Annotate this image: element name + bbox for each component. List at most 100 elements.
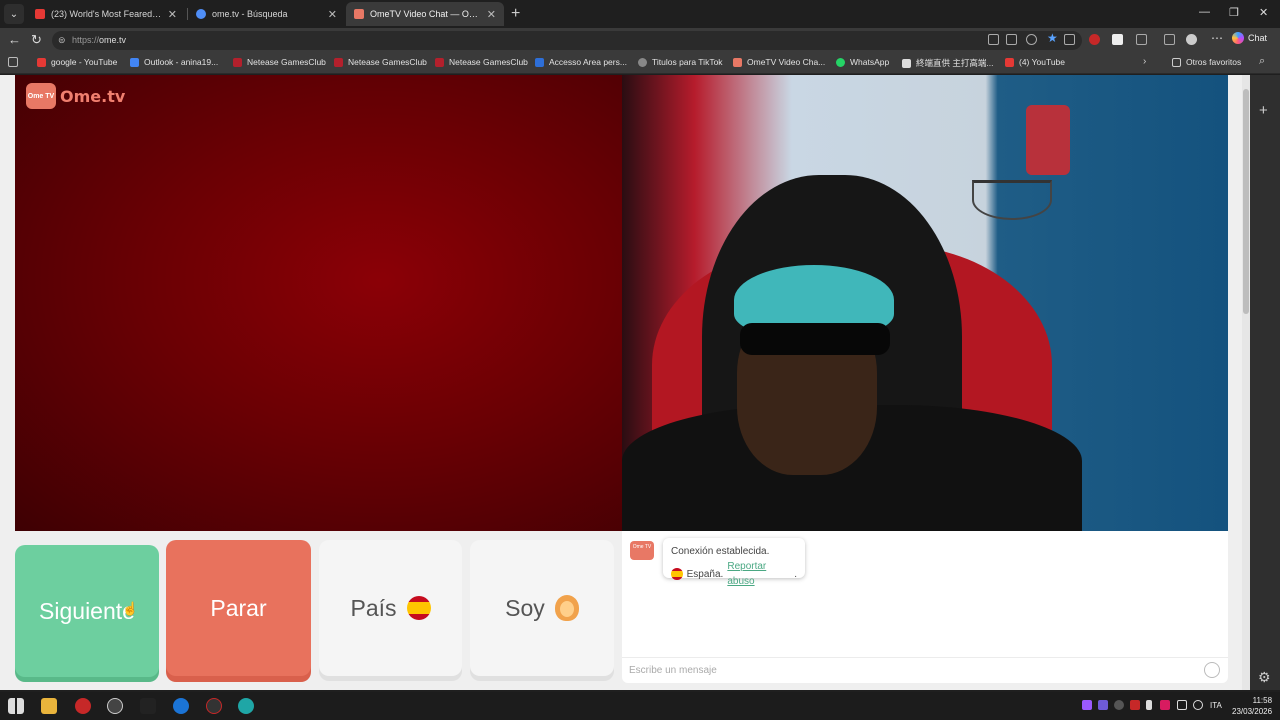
add-sidebar-app-icon[interactable]: +	[1259, 102, 1268, 119]
capture-app-icon[interactable]	[206, 698, 222, 714]
clock-time: 11:58	[1252, 696, 1273, 705]
windows-start-icon[interactable]	[8, 698, 24, 714]
collections-icon[interactable]	[8, 57, 18, 67]
tab-ometv[interactable]: OmeTV Video Chat — Omegle ✕	[346, 2, 504, 26]
profile-avatar[interactable]	[1186, 34, 1197, 45]
bookmark-item[interactable]: Netease GamesClub	[233, 57, 326, 67]
tray-app-icon[interactable]	[1098, 700, 1108, 710]
close-icon[interactable]: ✕	[328, 8, 337, 21]
gender-button[interactable]: Soy	[470, 540, 614, 676]
system-clock[interactable]: 11:58 23/03/2026	[1232, 695, 1272, 717]
extensions-puzzle-icon[interactable]	[1136, 34, 1147, 45]
spain-flag-icon	[406, 596, 431, 620]
other-favorites-folder[interactable]: Otros favoritos	[1172, 57, 1241, 67]
close-icon[interactable]: ✕	[168, 8, 177, 21]
chat-label: Chat	[1248, 33, 1268, 43]
bookmark-item[interactable]: Titulos para TikTok	[638, 57, 723, 67]
outlook-icon	[130, 57, 139, 67]
file-explorer-icon[interactable]	[41, 698, 57, 714]
bookmark-item[interactable]: Outlook - anina19...	[130, 57, 218, 67]
extension-icon[interactable]	[1112, 34, 1123, 45]
woman-emoji-icon	[554, 595, 579, 621]
favorite-star-icon[interactable]: ★	[1047, 31, 1058, 45]
new-tab-button[interactable]: +	[511, 5, 520, 23]
globe-icon	[638, 57, 647, 67]
bookmark-item[interactable]: Netease GamesClub	[334, 57, 427, 67]
windows-taskbar: ITA 11:58 23/03/2026	[0, 692, 1280, 720]
ometv-logo[interactable]: Ome TV Ome.tv	[26, 83, 125, 109]
restore-button[interactable]: ❐	[1229, 6, 1239, 19]
close-window-button[interactable]: ✕	[1259, 6, 1268, 19]
network-icon[interactable]	[1177, 700, 1187, 710]
url-host: ome.tv	[99, 35, 127, 45]
video-icon[interactable]	[1064, 34, 1075, 45]
clock-date: 23/03/2026	[1232, 707, 1273, 716]
tray-app-icon[interactable]	[1160, 700, 1170, 710]
back-button[interactable]: ←	[8, 32, 21, 47]
minimize-button[interactable]: —	[1199, 6, 1210, 18]
bookmark-item[interactable]: Accesso Area pers...	[535, 57, 627, 67]
tab-search[interactable]: ome.tv - Búsqueda ✕	[188, 2, 345, 26]
tray-app-icon[interactable]	[1114, 700, 1124, 710]
tab-actions-menu[interactable]: ⌄	[4, 4, 24, 24]
copilot-chat-button[interactable]: Chat	[1232, 32, 1267, 44]
tray-app-icon[interactable]	[1082, 700, 1092, 710]
site-info-icon[interactable]: ⊜	[58, 31, 66, 50]
tab-title: (23) World's Most Feared Cartel | I	[51, 9, 162, 19]
bookmark-item[interactable]: OmeTV Video Cha...	[733, 57, 825, 67]
netease-icon	[435, 57, 444, 67]
country-label: País	[350, 594, 397, 621]
reload-button[interactable]: ↻	[31, 32, 42, 48]
extension-red-icon[interactable]	[1089, 34, 1100, 45]
close-icon[interactable]: ✕	[487, 8, 496, 21]
chevron-right-icon[interactable]: ›	[1143, 56, 1146, 67]
app-available-icon[interactable]	[988, 34, 999, 45]
emoji-icon[interactable]	[1204, 662, 1220, 678]
bookmark-item[interactable]: Netease GamesClub	[435, 57, 528, 67]
country-button[interactable]: País	[319, 540, 462, 676]
read-aloud-icon[interactable]	[1026, 34, 1037, 45]
message-placeholder: Escribe un mensaje	[629, 665, 717, 676]
chat-panel: Ome TV Conexión establecida. España. Rep…	[622, 531, 1228, 683]
report-abuse-link[interactable]: Reportar abuso	[727, 559, 794, 589]
partner-country: España.	[686, 568, 724, 580]
stop-button[interactable]: Parar	[166, 540, 311, 676]
address-bar[interactable]: ⊜ https://ome.tv	[52, 31, 1082, 50]
whatsapp-icon	[836, 57, 845, 67]
system-message: Conexión establecida. España. Reportar a…	[663, 538, 805, 587]
next-label: Siguiente	[39, 597, 135, 624]
input-language[interactable]: ITA	[1210, 701, 1222, 710]
app-red-icon[interactable]	[75, 698, 91, 714]
edge-browser-icon[interactable]	[238, 698, 254, 714]
bookmark-item[interactable]: 終端直供 主打高端...	[902, 57, 993, 69]
url-protocol: https://	[72, 35, 100, 45]
access-area-icon	[535, 57, 544, 67]
scrollbar-thumb[interactable]	[1243, 89, 1249, 314]
internet-explorer-icon[interactable]	[173, 698, 189, 714]
favorites-icon[interactable]	[1164, 34, 1175, 45]
hand-cursor-icon: ☝	[122, 601, 139, 616]
app-m-icon[interactable]	[140, 698, 156, 714]
copilot-icon	[1232, 32, 1244, 44]
logo-badge: Ome TV	[26, 83, 56, 109]
bookmark-item[interactable]: (4) YouTube	[1005, 57, 1065, 67]
tab-youtube[interactable]: (23) World's Most Feared Cartel | I ✕	[27, 2, 185, 26]
page-scrollbar[interactable]	[1242, 75, 1250, 690]
basketball-backboard	[1026, 105, 1070, 175]
more-menu-icon[interactable]: ⋯	[1211, 31, 1223, 45]
volume-icon[interactable]	[1193, 700, 1203, 710]
microphone-icon[interactable]	[1146, 700, 1152, 710]
tab-title: ome.tv - Búsqueda	[212, 9, 288, 19]
youtube-icon	[37, 57, 46, 67]
bookmark-item[interactable]: google - YouTube	[37, 57, 117, 67]
bookmark-item[interactable]: WhatsApp	[836, 57, 889, 67]
tab-strip: ⌄ (23) World's Most Feared Cartel | I ✕ …	[0, 0, 1280, 28]
tray-app-icon[interactable]	[1130, 700, 1140, 710]
translate-icon[interactable]	[1006, 34, 1017, 45]
message-input[interactable]: Escribe un mensaje	[622, 657, 1228, 683]
folder-icon	[1172, 57, 1181, 67]
settings-gear-icon[interactable]: ⚙	[1258, 669, 1271, 686]
power-app-icon[interactable]	[107, 698, 123, 714]
search-icon[interactable]: ⌕	[1259, 55, 1265, 68]
ometv-page: Ome TV Ome.tv Siguiente Parar País Soy ☝…	[0, 75, 1242, 690]
